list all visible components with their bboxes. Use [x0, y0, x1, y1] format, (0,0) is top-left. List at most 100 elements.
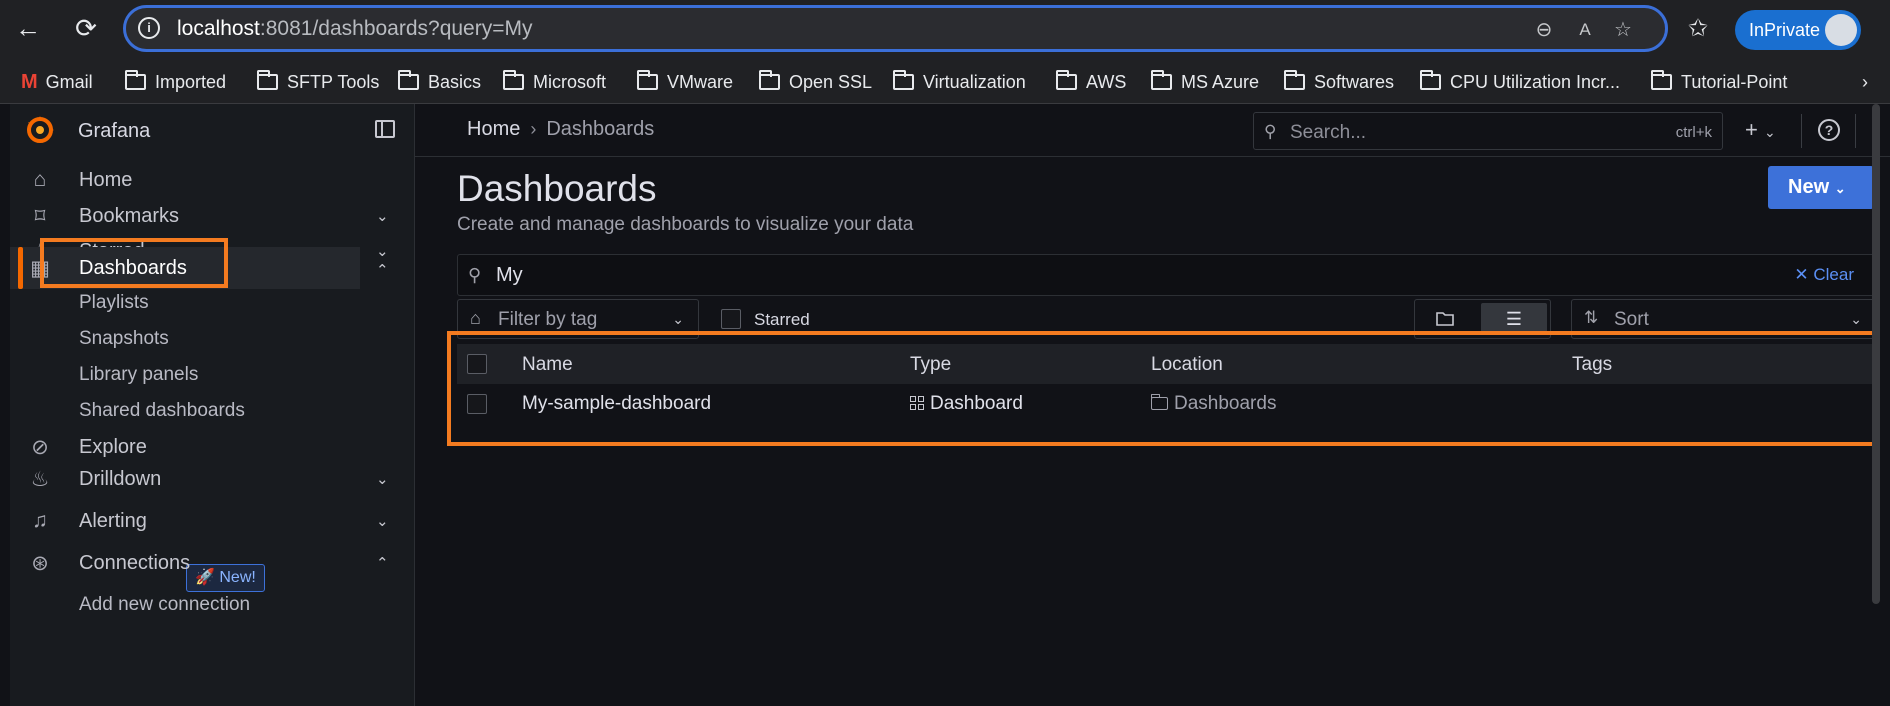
highlight-box-dashboards: [40, 238, 228, 288]
chevron-down-icon[interactable]: ⌄: [376, 207, 389, 225]
bookmark-folder[interactable]: Virtualization: [893, 68, 1026, 96]
folder-icon: [125, 70, 146, 90]
bookmark-icon: ⌑: [34, 204, 46, 228]
folder-icon: [893, 70, 914, 90]
bookmark-folder[interactable]: Basics: [398, 68, 481, 96]
bookmarks-overflow-icon[interactable]: ›: [1862, 68, 1868, 96]
brand-name: Grafana: [78, 120, 151, 142]
bookmark-gmail[interactable]: M Gmail: [21, 68, 93, 96]
sort-icon: ⇅: [1584, 308, 1599, 327]
sidebar-item-label: Home: [79, 168, 133, 191]
bookmarks-bar: M Gmail Imported SFTP Tools Basics Micros…: [0, 60, 1890, 104]
global-search-placeholder: Search...: [1290, 122, 1367, 143]
breadcrumb: Home › Dashboards: [467, 118, 654, 141]
folder-icon: [398, 70, 419, 90]
bookmark-folder[interactable]: AWS: [1056, 68, 1126, 96]
bookmark-folder[interactable]: Open SSL: [759, 68, 872, 96]
starred-label: Starred: [754, 310, 810, 329]
clear-button[interactable]: ✕ Clear: [1794, 265, 1854, 285]
compass-icon: ⊘: [31, 435, 49, 459]
inprivate-label: InPrivate: [1749, 20, 1821, 40]
dashboard-search-input[interactable]: ⚲ My ✕ Clear: [457, 254, 1877, 296]
grafana-logo-icon[interactable]: [24, 114, 56, 146]
sidebar-item-label: Drilldown: [79, 467, 162, 490]
refresh-icon[interactable]: ⟳: [68, 10, 104, 46]
browser-toolbar: ← ⟳ i localhost:8081/dashboards?query=My…: [0, 0, 1890, 60]
bookmark-folder[interactable]: Microsoft: [503, 68, 606, 96]
chevron-down-icon[interactable]: ⌄: [376, 512, 389, 530]
dock-menu-icon[interactable]: [375, 120, 395, 138]
search-icon: ⚲: [1264, 122, 1277, 141]
bookmark-label: AWS: [1086, 71, 1127, 92]
global-search[interactable]: ⚲ Search... ctrl+k: [1253, 112, 1723, 150]
sidebar-subitem-shared-dashboards[interactable]: Shared dashboards: [79, 400, 245, 422]
bookmark-label: VMware: [667, 71, 734, 92]
search-icon: ⚲: [468, 265, 482, 285]
bookmark-label: CPU Utilization Incr...: [1450, 71, 1621, 92]
sidebar-item-alerting[interactable]: ♫ Alerting ⌄: [10, 500, 415, 542]
zoom-icon[interactable]: ⊖: [1531, 17, 1557, 43]
address-bar[interactable]: i localhost:8081/dashboards?query=My ⊖ A…: [123, 5, 1668, 52]
help-icon[interactable]: ?: [1818, 119, 1840, 141]
sidebar: Grafana ⌂ Home ⌑ Bookmarks ⌄ ☆ Starred ⌄…: [10, 104, 415, 706]
sidebar-subitem-library-panels[interactable]: Library panels: [79, 364, 198, 386]
bookmark-folder[interactable]: Imported: [125, 68, 226, 96]
bookmark-folder[interactable]: Tutorial-Point: [1651, 68, 1787, 96]
chevron-down-icon[interactable]: ⌄: [376, 470, 389, 488]
sidebar-subitem-playlists[interactable]: Playlists: [79, 292, 149, 314]
sort-label: Sort: [1614, 309, 1649, 330]
chevron-down-icon[interactable]: ⌄: [376, 242, 389, 260]
bookmark-folder[interactable]: SFTP Tools: [257, 68, 379, 96]
address-url[interactable]: localhost:8081/dashboards?query=My: [177, 17, 533, 41]
divider: [1801, 114, 1802, 148]
chevron-down-icon: ⌄: [672, 311, 684, 327]
inprivate-button[interactable]: InPrivate: [1735, 10, 1861, 50]
search-shortcut: ctrl+k: [1675, 124, 1712, 141]
drilldown-icon: ♨: [30, 467, 50, 491]
url-path: :8081/dashboards?query=My: [259, 17, 533, 40]
folder-icon: [1651, 70, 1672, 90]
folder-view-icon[interactable]: [1435, 309, 1455, 327]
folder-icon: [759, 70, 780, 90]
sidebar-subitem-add-connection[interactable]: Add new connection: [79, 594, 250, 616]
bookmark-label: Virtualization: [923, 71, 1026, 92]
breadcrumb-current: Dashboards: [546, 118, 655, 140]
page-subtitle: Create and manage dashboards to visualiz…: [457, 214, 914, 235]
bookmark-label: Open SSL: [789, 71, 873, 92]
scrollbar[interactable]: [1872, 104, 1880, 604]
bell-icon: ♫: [32, 509, 48, 532]
new-button[interactable]: New ⌄: [1768, 166, 1874, 209]
highlight-box-results: [447, 331, 1880, 446]
bookmark-folder[interactable]: MS Azure: [1151, 68, 1259, 96]
gmail-icon: M: [21, 70, 38, 93]
new-button-label: New: [1788, 176, 1830, 198]
breadcrumb-home[interactable]: Home: [467, 118, 520, 140]
connections-icon: ⊛: [31, 551, 49, 575]
add-menu-button[interactable]: + ⌄: [1745, 117, 1776, 143]
bookmark-label: Tutorial-Point: [1681, 71, 1788, 92]
read-aloud-icon[interactable]: A: [1572, 17, 1598, 43]
favorites-icon[interactable]: ✩: [1688, 14, 1708, 43]
starred-checkbox[interactable]: [721, 309, 741, 329]
bookmark-label: Microsoft: [533, 71, 607, 92]
chevron-down-icon: ⌄: [1763, 124, 1776, 140]
back-icon[interactable]: ←: [10, 10, 46, 46]
sidebar-item-connections[interactable]: ⊛ Connections ⌃: [10, 542, 415, 584]
bookmark-folder[interactable]: Softwares: [1284, 68, 1394, 96]
clear-label: Clear: [1813, 265, 1854, 284]
chevron-up-icon[interactable]: ⌃: [376, 554, 389, 572]
chevron-down-icon: ⌄: [1850, 311, 1862, 327]
folder-icon: [503, 70, 524, 90]
sidebar-item-drilldown[interactable]: ♨ Drilldown ⌄: [10, 458, 415, 500]
folder-icon: [1284, 70, 1305, 90]
sidebar-subitem-snapshots[interactable]: Snapshots: [79, 328, 169, 350]
folder-icon: [1151, 70, 1172, 90]
bookmark-folder[interactable]: VMware: [637, 68, 733, 96]
site-info-icon[interactable]: i: [138, 17, 160, 39]
grafana-app: Grafana ⌂ Home ⌑ Bookmarks ⌄ ☆ Starred ⌄…: [10, 104, 1890, 706]
chevron-up-icon[interactable]: ⌃: [376, 261, 389, 279]
favorite-star-icon[interactable]: ☆: [1610, 17, 1636, 43]
bookmark-folder[interactable]: CPU Utilization Incr...: [1420, 68, 1620, 96]
tag-icon: ⌂: [470, 308, 481, 328]
folder-icon: [1420, 70, 1441, 90]
